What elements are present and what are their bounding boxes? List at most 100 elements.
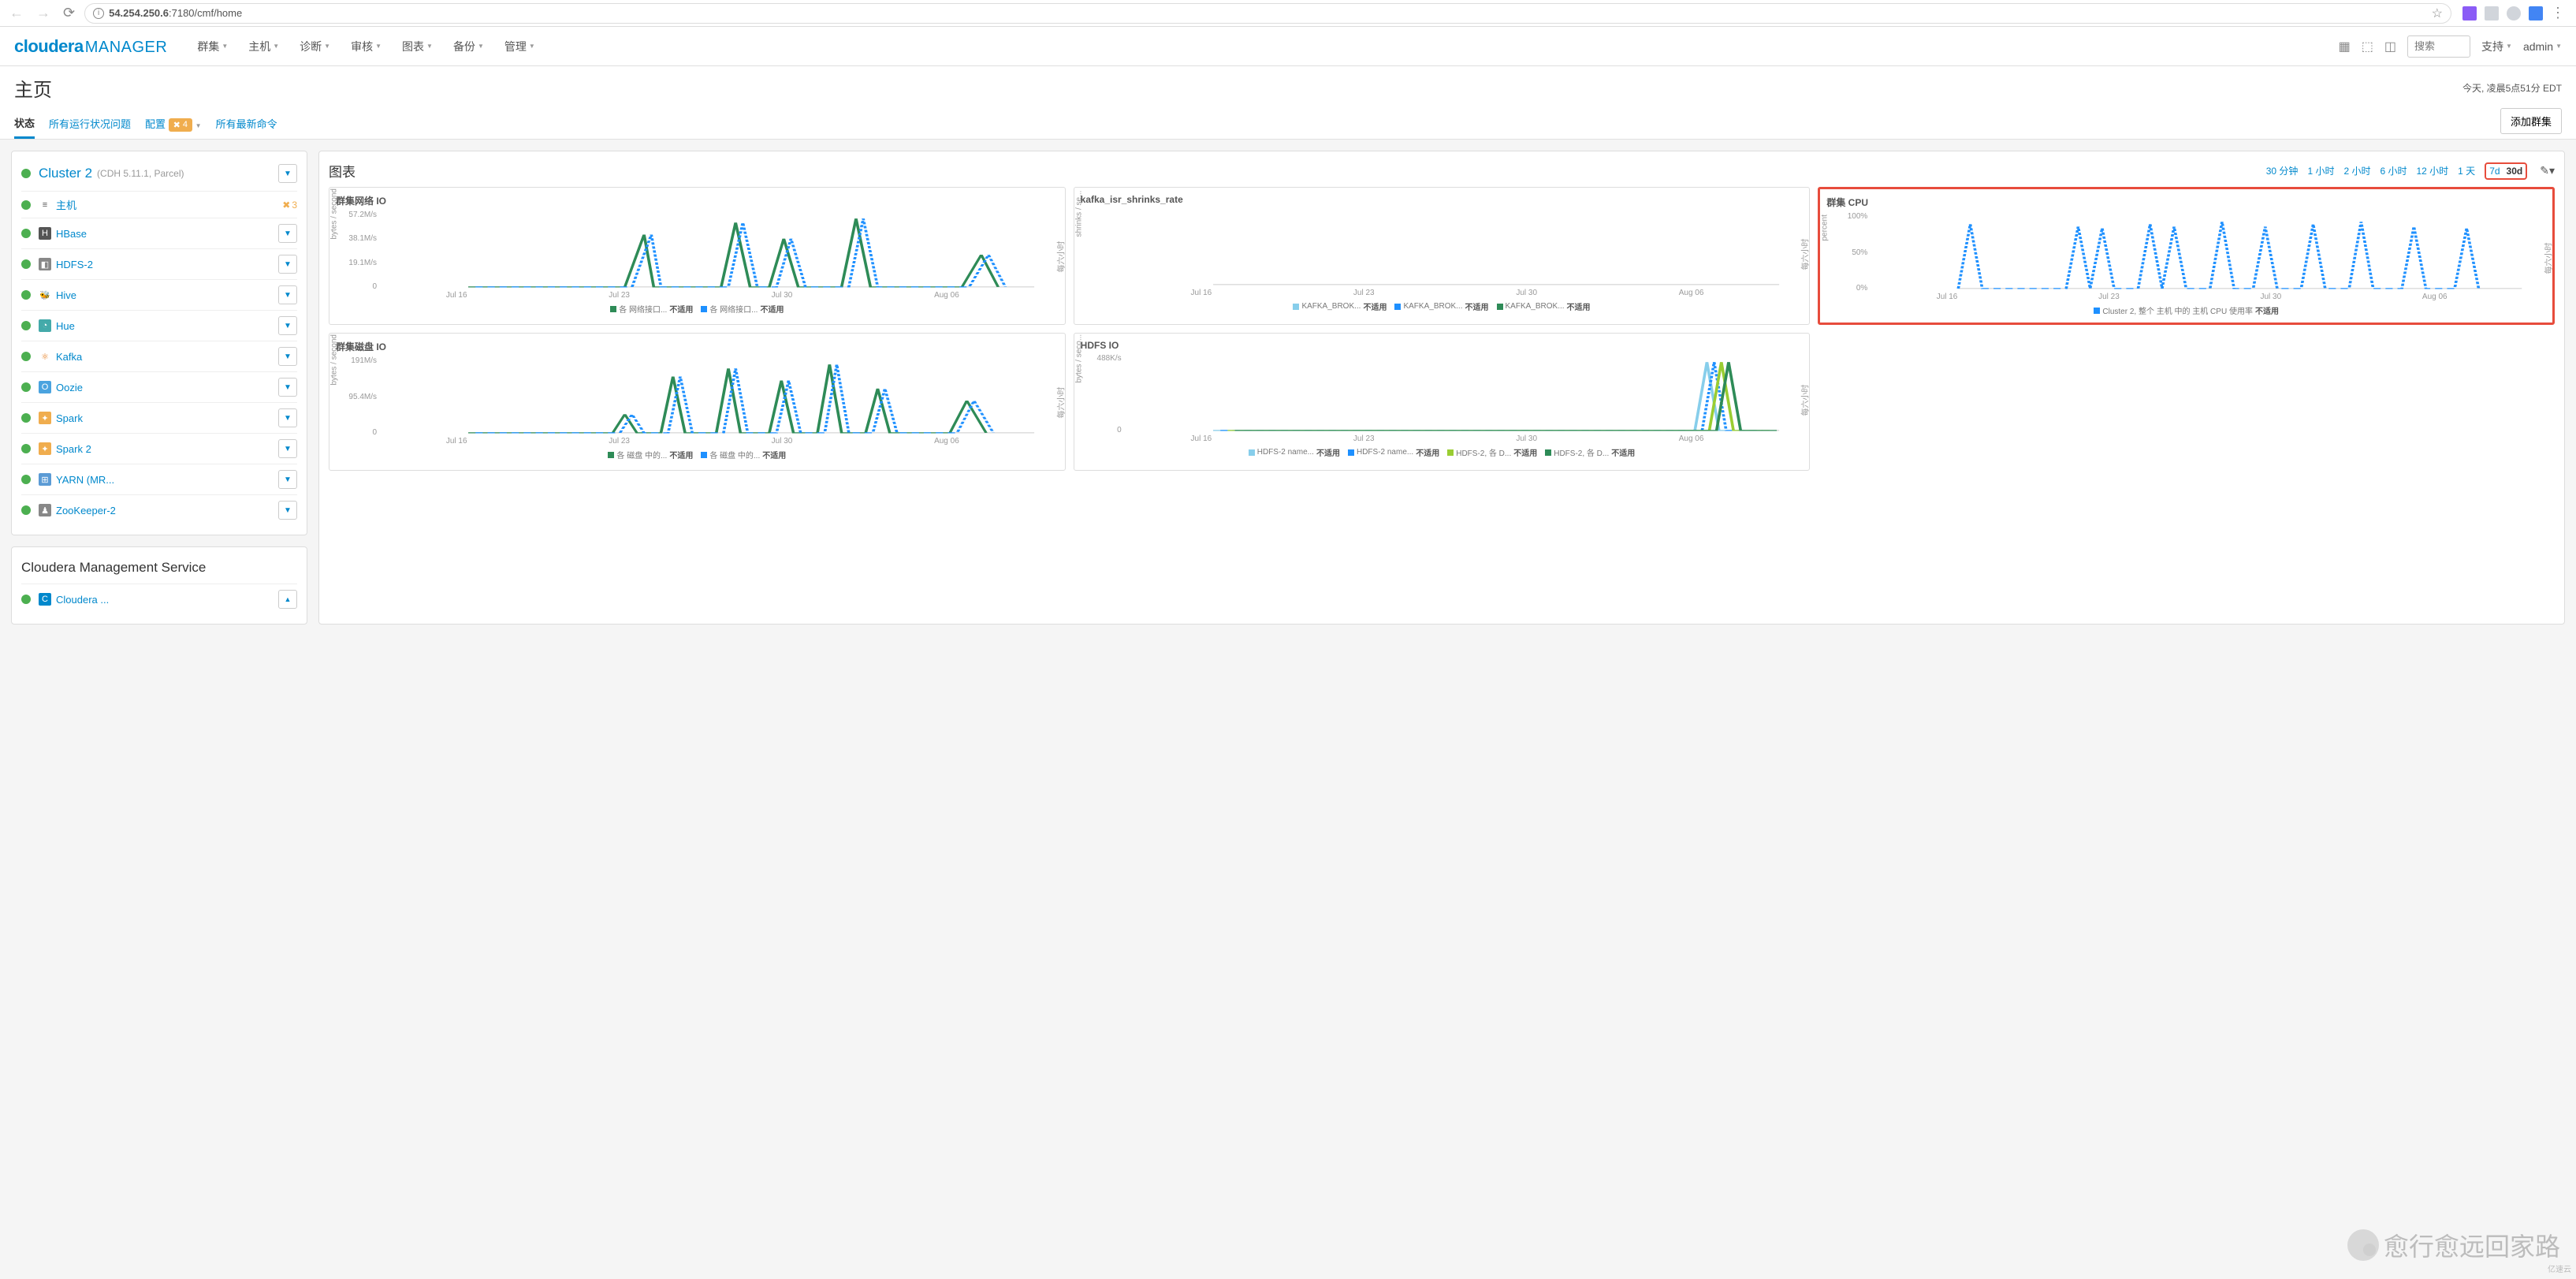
service-name: ZooKeeper-2 — [56, 505, 116, 516]
service-name: Spark 2 — [56, 443, 91, 455]
nav-item[interactable]: 审核 ▼ — [351, 39, 382, 54]
back-button[interactable]: ← — [6, 5, 27, 21]
site-info-icon[interactable]: i — [93, 8, 104, 19]
status-dot-icon — [21, 352, 31, 361]
service-row[interactable]: ⚛ Kafka ▼ — [21, 341, 297, 371]
cluster-actions-button[interactable]: ▼ — [278, 164, 297, 183]
time-opt[interactable]: 6 小时 — [2380, 164, 2407, 177]
service-name: HBase — [56, 228, 87, 240]
service-row[interactable]: O Oozie ▼ — [21, 371, 297, 402]
service-actions-button[interactable]: ▼ — [278, 347, 297, 366]
tab-status[interactable]: 状态 — [14, 109, 35, 139]
extension-icon[interactable] — [2507, 6, 2521, 21]
status-dot-icon — [21, 169, 31, 178]
chart-plot — [1826, 212, 2546, 293]
status-dot-icon — [21, 595, 31, 604]
cluster-name-link[interactable]: Cluster 2 — [39, 166, 92, 181]
mgmt-service-row[interactable]: C Cloudera ... ▲ — [21, 584, 297, 614]
address-bar[interactable]: i 54.254.250.6:7180/cmf/home ☆ — [84, 3, 2451, 24]
cluster-version: (CDH 5.11.1, Parcel) — [97, 168, 184, 179]
tab-config[interactable]: 配置 ✖ 4 ▼ — [145, 110, 202, 138]
service-actions-button[interactable]: ▼ — [278, 316, 297, 335]
service-actions-button[interactable]: ▼ — [278, 408, 297, 427]
legend-item: Cluster 2, 整个 主机 中的 主机 CPU 使用率 不适用 — [2094, 304, 2279, 316]
service-actions-button[interactable]: ▲ — [278, 590, 297, 609]
watermark: 愈行愈远回家路 — [2347, 1227, 2560, 1263]
service-row[interactable]: ♟ ZooKeeper-2 ▼ — [21, 494, 297, 525]
hosts-icon[interactable]: ⬚ — [2362, 39, 2373, 54]
time-opt[interactable]: 12 小时 — [2416, 164, 2448, 177]
service-row[interactable]: 🐝 Hive ▼ — [21, 279, 297, 310]
edit-charts-icon[interactable]: ✎▾ — [2540, 164, 2555, 177]
nav-item[interactable]: 管理 ▼ — [504, 39, 535, 54]
service-row[interactable]: ⊞ YARN (MR... ▼ — [21, 464, 297, 494]
status-dot-icon — [21, 475, 31, 484]
timestamp: 今天, 凌晨5点51分 EDT — [2462, 81, 2562, 95]
time-opt[interactable]: 2 小时 — [2343, 164, 2370, 177]
nav-item[interactable]: 备份 ▼ — [453, 39, 484, 54]
reload-button[interactable]: ⟳ — [60, 5, 78, 21]
x-ticks: Jul 16Jul 23Jul 30Aug 06 — [336, 437, 1059, 446]
service-icon: ◔ — [39, 319, 51, 332]
chart-card-net_io[interactable]: 群集网络 IO bytes / second 每六小时 57.2M/s38.1M… — [329, 187, 1066, 325]
service-actions-button[interactable]: ▼ — [278, 224, 297, 243]
top-navigation: cloudera MANAGER 群集 ▼ 主机 ▼ 诊断 ▼ 审核 ▼ 图表 ▼ 备份 … — [0, 27, 2576, 66]
search-input[interactable] — [2407, 35, 2470, 58]
forward-button[interactable]: → — [33, 5, 54, 21]
hosts-row[interactable]: ≡ 主机 ✖ 3 — [21, 191, 297, 218]
service-icon: O — [39, 381, 51, 393]
config-badge: ✖ 4 — [169, 118, 192, 132]
charts-panel: 图表 30 分钟1 小时2 小时6 小时12 小时1 天 7d 30d ✎▾ 群… — [318, 151, 2565, 625]
service-row[interactable]: ◧ HDFS-2 ▼ — [21, 248, 297, 279]
time-range-highlight: 7d 30d — [2485, 162, 2527, 180]
mgmt-title: Cloudera Management Service — [21, 557, 297, 584]
service-row[interactable]: ✦ Spark ▼ — [21, 402, 297, 433]
tab-commands[interactable]: 所有最新命令 — [216, 110, 277, 137]
logo[interactable]: cloudera MANAGER — [14, 36, 167, 57]
add-cluster-button[interactable]: 添加群集 — [2500, 108, 2562, 134]
service-icon: H — [39, 227, 51, 240]
nav-item[interactable]: 主机 ▼ — [248, 39, 279, 54]
service-row[interactable]: ✦ Spark 2 ▼ — [21, 433, 297, 464]
extension-icon[interactable] — [2529, 6, 2543, 21]
service-actions-button[interactable]: ▼ — [278, 285, 297, 304]
legend-item: 各 磁盘 中的... 不适用 — [608, 449, 693, 461]
service-actions-button[interactable]: ▼ — [278, 439, 297, 458]
service-icon: ✦ — [39, 412, 51, 424]
service-actions-button[interactable]: ▼ — [278, 470, 297, 489]
time-opt[interactable]: 1 天 — [2458, 164, 2475, 177]
extension-icon[interactable] — [2462, 6, 2477, 21]
tab-health[interactable]: 所有运行状况问题 — [49, 110, 131, 137]
time-opt-30d[interactable]: 30d — [2507, 166, 2523, 177]
alerts-icon[interactable]: ◫ — [2384, 39, 2396, 54]
support-menu[interactable]: 支持 ▼ — [2481, 39, 2512, 54]
service-icon: 🐝 — [39, 289, 51, 301]
y-axis-label: shrinks / se... — [1074, 191, 1083, 237]
status-dot-icon — [21, 505, 31, 515]
service-actions-button[interactable]: ▼ — [278, 255, 297, 274]
chart-card-kafka_isr[interactable]: kafka_isr_shrinks_rate shrinks / se... 每… — [1074, 187, 1811, 325]
parcels-icon[interactable]: ▦ — [2339, 39, 2351, 54]
time-opt[interactable]: 1 小时 — [2307, 164, 2334, 177]
user-menu[interactable]: admin ▼ — [2523, 40, 2562, 53]
time-opt[interactable]: 30 分钟 — [2266, 164, 2299, 177]
menu-icon[interactable]: ⋮ — [2551, 5, 2565, 21]
extension-icons: ⋮ — [2458, 5, 2570, 21]
time-opt-7d[interactable]: 7d — [2489, 166, 2500, 177]
chart-card-disk_io[interactable]: 群集磁盘 IO bytes / second 每六小时 191M/s95.4M/… — [329, 333, 1066, 471]
nav-item[interactable]: 诊断 ▼ — [300, 39, 330, 54]
x-ticks: Jul 16Jul 23Jul 30Aug 06 — [1081, 434, 1804, 443]
service-actions-button[interactable]: ▼ — [278, 378, 297, 397]
nav-item[interactable]: 群集 ▼ — [197, 39, 228, 54]
bookmark-icon[interactable]: ☆ — [2432, 6, 2443, 21]
status-dot-icon — [21, 382, 31, 392]
service-row[interactable]: H HBase ▼ — [21, 218, 297, 248]
extension-icon[interactable] — [2485, 6, 2499, 21]
service-actions-button[interactable]: ▼ — [278, 501, 297, 520]
nav-item[interactable]: 图表 ▼ — [402, 39, 433, 54]
service-row[interactable]: ◔ Hue ▼ — [21, 310, 297, 341]
service-name: Oozie — [56, 382, 83, 393]
chart-card-cpu[interactable]: 群集 CPU percent 每六小时 100%50%0% Jul 16Jul … — [1818, 187, 2555, 325]
config-issue-badge[interactable]: ✖ 3 — [282, 199, 297, 211]
chart-card-hdfs_io[interactable]: HDFS IO bytes / seco... 每六小时 488K/s0 Jul… — [1074, 333, 1811, 471]
